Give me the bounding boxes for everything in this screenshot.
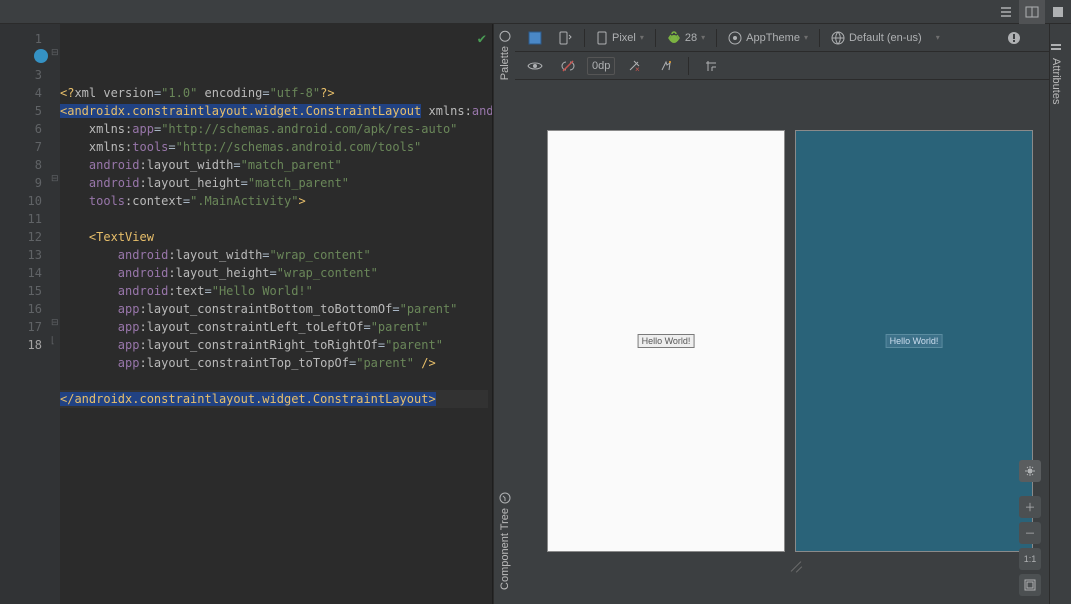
- gutter-marker-icon[interactable]: [34, 49, 48, 63]
- code-line[interactable]: 💡: [60, 372, 488, 390]
- code-line[interactable]: <?xml version="1.0" encoding="utf-8"?>: [60, 84, 488, 102]
- code-line[interactable]: xmlns:tools="http://schemas.android.com/…: [60, 138, 488, 156]
- line-number: 9: [0, 174, 50, 192]
- design-toolbar: Pixel ▾ 28 ▾ AppTheme ▾ De: [515, 24, 1049, 52]
- code-line[interactable]: app:layout_constraintLeft_toLeftOf="pare…: [60, 318, 488, 336]
- code-line[interactable]: <TextView: [60, 228, 488, 246]
- textview-preview[interactable]: Hello World!: [639, 335, 694, 347]
- line-number: 18: [0, 336, 50, 354]
- line-number: 4: [0, 84, 50, 102]
- design-surface: Pixel ▾ 28 ▾ AppTheme ▾ De: [515, 24, 1049, 604]
- zoom-ratio-button[interactable]: 1:1: [1019, 548, 1041, 570]
- attributes-tab[interactable]: Attributes: [1050, 24, 1062, 110]
- pan-icon[interactable]: [1019, 460, 1041, 482]
- chevron-down-icon: ▾: [936, 33, 940, 42]
- theme-label: AppTheme: [746, 32, 800, 44]
- line-number: 5: [0, 102, 50, 120]
- device-label: Pixel: [612, 32, 636, 44]
- code-line[interactable]: android:layout_height="wrap_content": [60, 264, 488, 282]
- locale-label: Default (en-us): [849, 32, 922, 44]
- fold-column: ⊟ ⊟ ⊟ ⌊: [50, 24, 60, 604]
- chevron-down-icon: ▾: [804, 33, 808, 42]
- line-number: 3: [0, 66, 50, 84]
- default-margin[interactable]: 0dp: [587, 57, 615, 75]
- resize-handle-icon[interactable]: [790, 560, 802, 572]
- blueprint-view-device[interactable]: Hello World!: [795, 130, 1033, 552]
- line-number: 15: [0, 282, 50, 300]
- code-line[interactable]: <androidx.constraintlayout.widget.Constr…: [60, 102, 488, 120]
- palette-label: Palette: [499, 46, 511, 80]
- code-line[interactable]: android:layout_height="match_parent": [60, 174, 488, 192]
- code-line[interactable]: app:layout_constraintTop_toTopOf="parent…: [60, 354, 488, 372]
- line-number: 1: [0, 30, 50, 48]
- code-line[interactable]: android:text="Hello World!": [60, 282, 488, 300]
- attributes-label: Attributes: [1050, 58, 1062, 104]
- split-view-icon[interactable]: [1019, 0, 1045, 24]
- code-area[interactable]: ✔ <?xml version="1.0" encoding="utf-8"?>…: [60, 24, 492, 604]
- chevron-down-icon: ▾: [701, 33, 705, 42]
- line-number: 8: [0, 156, 50, 174]
- zoom-fit-icon[interactable]: [1019, 574, 1041, 596]
- theme-selector[interactable]: AppTheme ▾: [722, 27, 814, 49]
- code-line[interactable]: app:layout_constraintRight_toRightOf="pa…: [60, 336, 488, 354]
- line-number: 7: [0, 138, 50, 156]
- code-line[interactable]: [60, 210, 488, 228]
- guidelines-icon[interactable]: [698, 55, 724, 77]
- clear-constraints-icon[interactable]: ×: [621, 55, 647, 77]
- locale-selector[interactable]: Default (en-us) ▾: [825, 27, 946, 49]
- line-number: 10: [0, 192, 50, 210]
- line-number: 13: [0, 246, 50, 264]
- palette-tab[interactable]: Palette: [499, 24, 511, 86]
- zoom-in-icon[interactable]: ＋: [1019, 496, 1041, 518]
- design-mode-icon[interactable]: [521, 27, 549, 49]
- svg-text:×: ×: [635, 65, 640, 73]
- autoconnect-off-icon[interactable]: [555, 55, 581, 77]
- preview-canvas[interactable]: Hello World! Hello World! ＋ － 1:1: [515, 80, 1049, 604]
- line-number: 12: [0, 228, 50, 246]
- right-side-tabs: Attributes: [1049, 24, 1071, 604]
- design-toolbar-2: 0dp ×: [515, 52, 1049, 80]
- line-number: 11: [0, 210, 50, 228]
- line-number: 6: [0, 120, 50, 138]
- tree-label: Component Tree: [499, 508, 511, 590]
- code-line[interactable]: app:layout_constraintBottom_toBottomOf="…: [60, 300, 488, 318]
- api-label: 28: [685, 32, 697, 44]
- code-line[interactable]: </androidx.constraintlayout.widget.Const…: [60, 390, 488, 408]
- list-view-icon[interactable]: [993, 0, 1019, 24]
- device-selector[interactable]: Pixel ▾: [590, 27, 650, 49]
- component-tree-tab[interactable]: Component Tree: [499, 486, 511, 596]
- code-line[interactable]: android:layout_width="wrap_content": [60, 246, 488, 264]
- view-options-icon[interactable]: [521, 55, 549, 77]
- code-line[interactable]: tools:context=".MainActivity">: [60, 192, 488, 210]
- zoom-out-icon[interactable]: －: [1019, 522, 1041, 544]
- orientation-icon[interactable]: [551, 27, 579, 49]
- ok-check-icon: ✔: [478, 30, 486, 48]
- line-number: 17: [0, 318, 50, 336]
- chevron-down-icon: ▾: [640, 33, 644, 42]
- design-view-icon[interactable]: [1045, 0, 1071, 24]
- zoom-controls: ＋ － 1:1: [1019, 460, 1041, 596]
- line-number: 16: [0, 300, 50, 318]
- margin-value: 0dp: [592, 60, 610, 72]
- infer-constraints-icon[interactable]: [653, 55, 679, 77]
- code-editor[interactable]: 123456789101112131415161718 ⊟ ⊟ ⊟ ⌊ ✔ <?…: [0, 24, 493, 604]
- top-view-bar: [0, 0, 1071, 24]
- code-line[interactable]: android:layout_width="match_parent": [60, 156, 488, 174]
- line-gutter: 123456789101112131415161718: [0, 24, 50, 604]
- api-selector[interactable]: 28 ▾: [661, 27, 711, 49]
- left-side-tabs: Palette Component Tree: [493, 24, 515, 604]
- textview-blueprint[interactable]: Hello World!: [887, 335, 942, 347]
- line-number: 14: [0, 264, 50, 282]
- code-line[interactable]: xmlns:app="http://schemas.android.com/ap…: [60, 120, 488, 138]
- warnings-icon[interactable]: [1001, 27, 1027, 49]
- design-view-device[interactable]: Hello World!: [547, 130, 785, 552]
